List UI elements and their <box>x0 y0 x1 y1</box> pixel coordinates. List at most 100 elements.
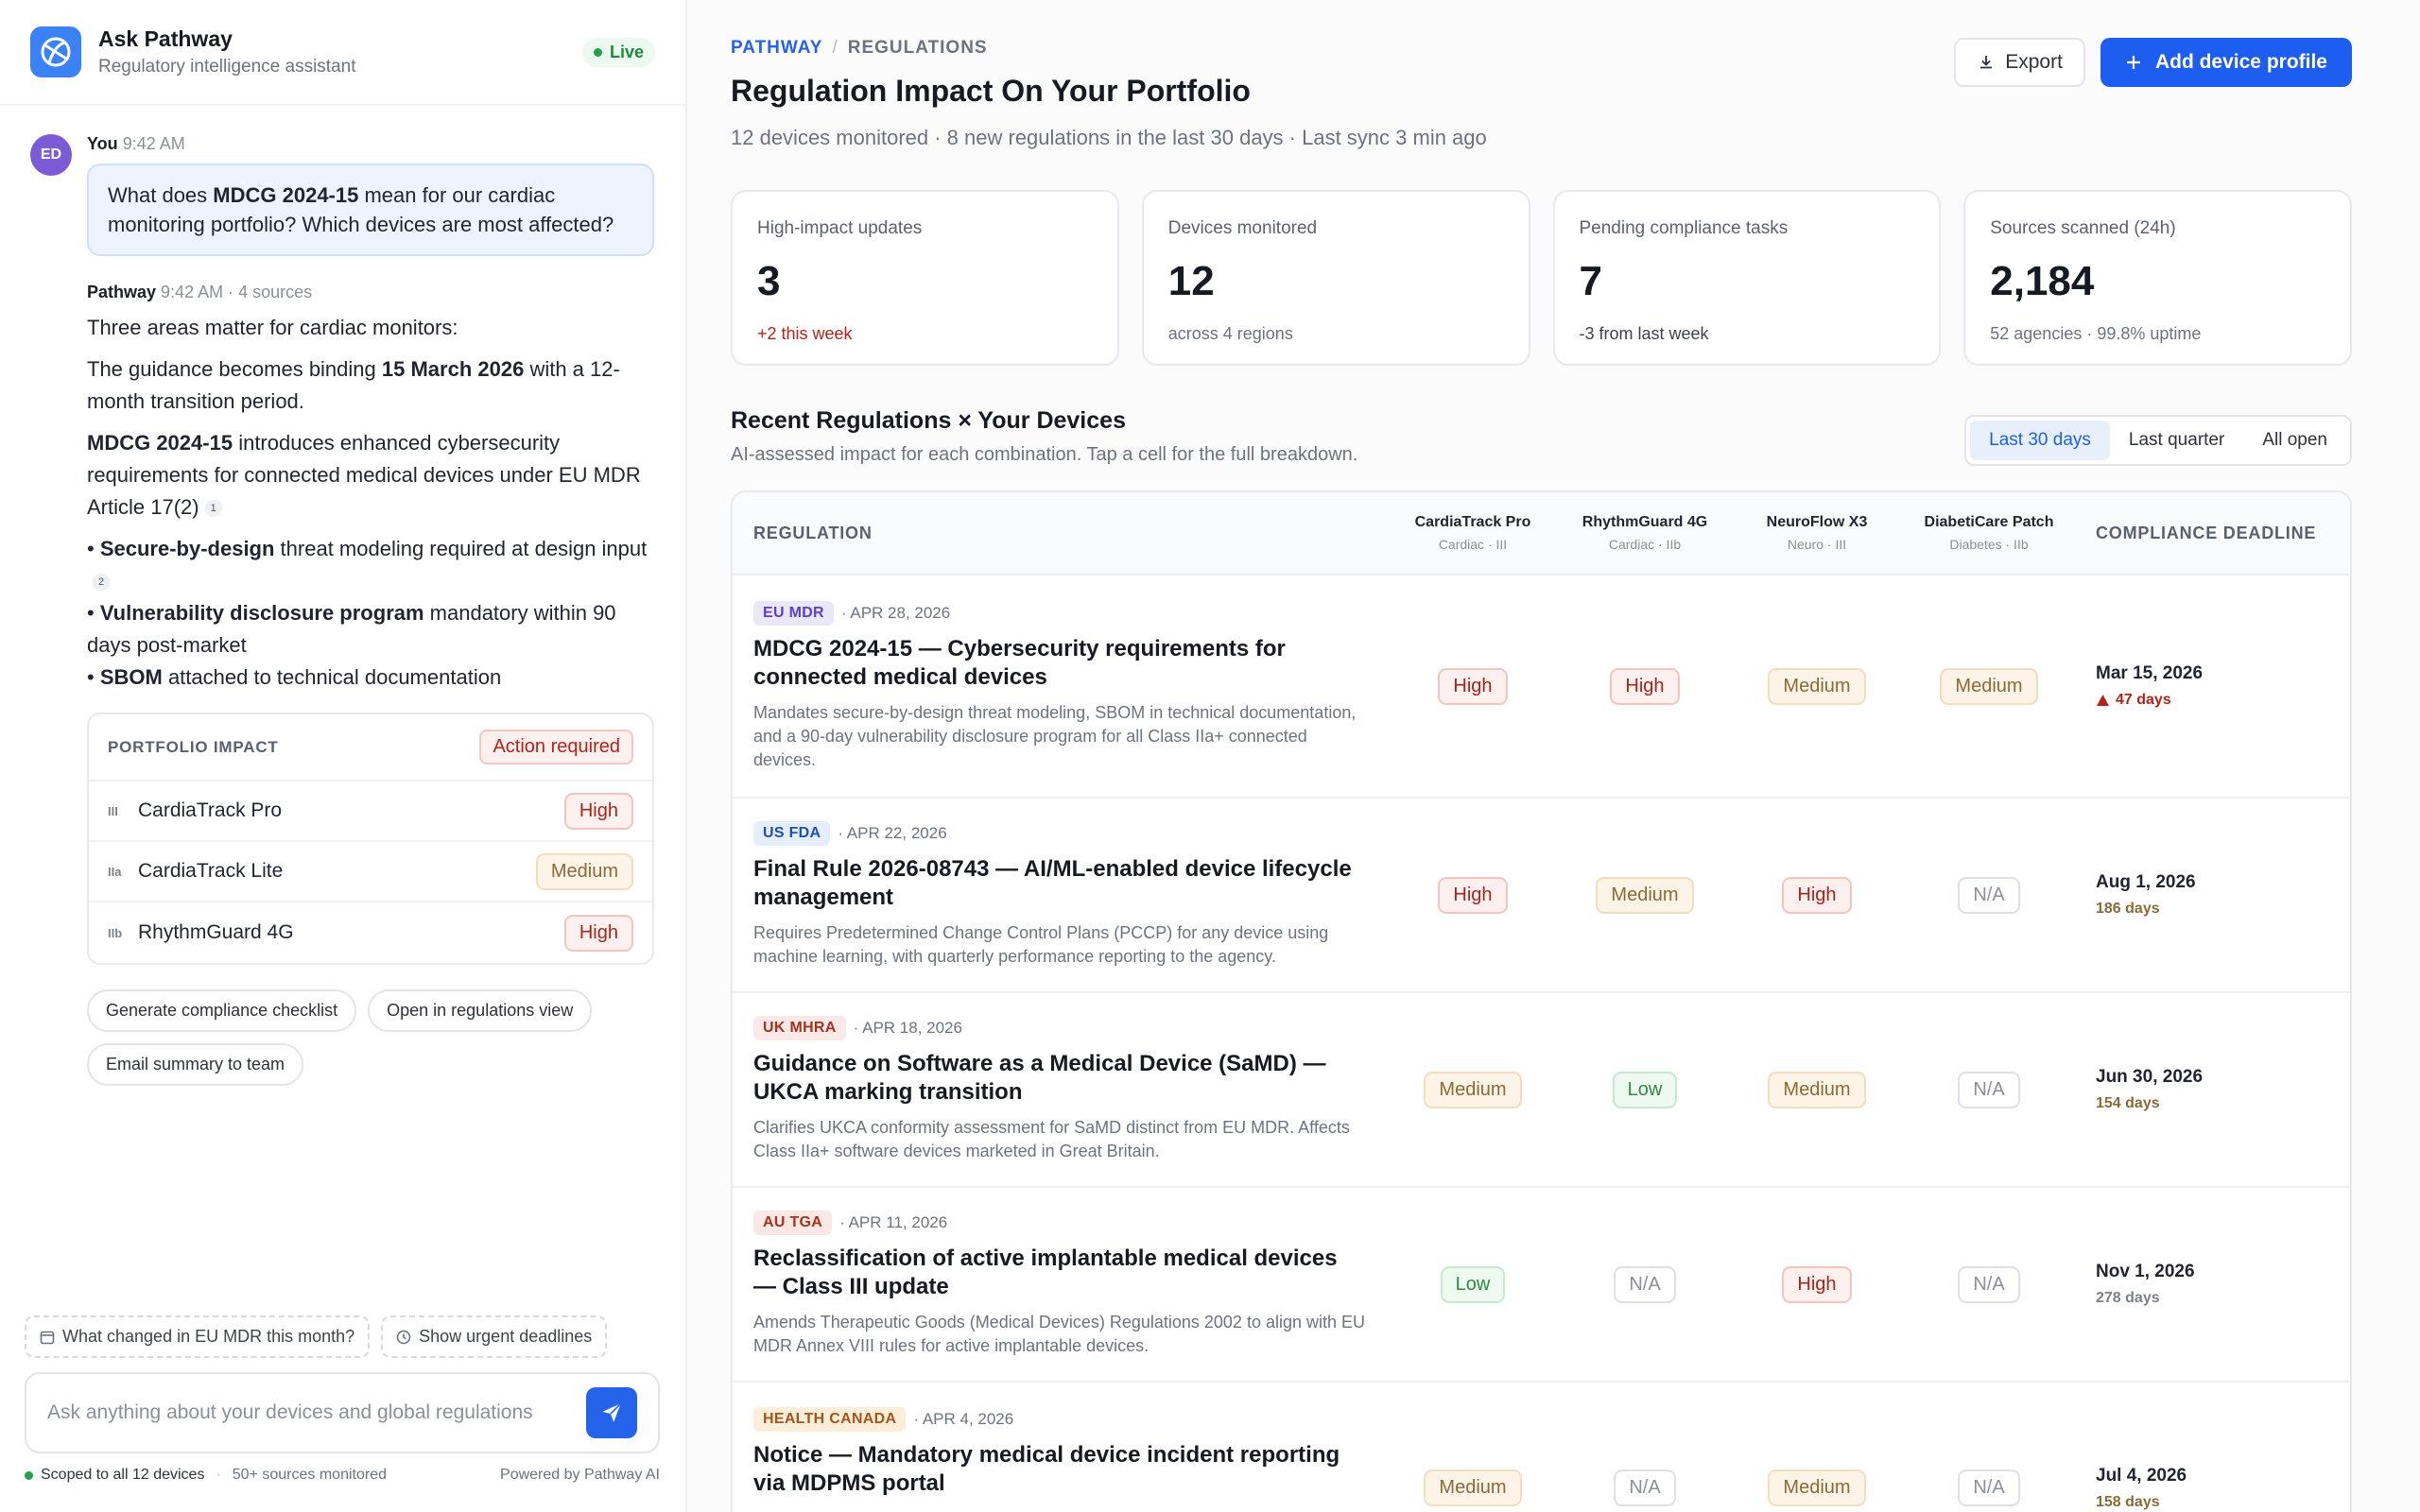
deadline-date: Mar 15, 2026 <box>2096 663 2204 683</box>
impact-cell[interactable]: Medium <box>1903 667 2075 705</box>
user-name: You <box>87 134 118 153</box>
impact-cell[interactable]: N/A <box>1903 876 2075 914</box>
impact-row[interactable]: III CardiaTrack Pro High <box>89 782 652 842</box>
regulation-title[interactable]: Reclassification of active implantable m… <box>753 1245 1366 1301</box>
calendar-icon <box>40 1331 55 1344</box>
stat-note: across 4 regions <box>1167 324 1293 343</box>
regulation-tagline: EU MDR · APR 28, 2026 <box>753 600 1366 626</box>
top-actions: Export Add device profile <box>1954 38 2352 87</box>
footnote-1[interactable]: 1 <box>204 500 222 518</box>
impact-row[interactable]: IIb RhythmGuard 4G High <box>89 902 652 963</box>
stat-card-sources[interactable]: Sources scanned (24h) 2,184 52 agencies … <box>1963 190 2352 366</box>
regulation-tagline: UK MHRA · APR 18, 2026 <box>753 1016 1366 1040</box>
impact-cell[interactable]: Medium <box>1387 1071 1559 1108</box>
stat-note: 52 agencies · 99.8% uptime <box>1990 324 2202 343</box>
device-col-cat: Diabetes · IIb <box>1949 537 2029 552</box>
regulation-cell: UK MHRA · APR 18, 2026 Guidance on Softwa… <box>733 991 1387 1188</box>
impact-cell[interactable]: Medium <box>1387 1469 1559 1506</box>
impact-cell[interactable]: N/A <box>1559 1469 1731 1506</box>
stat-label: High-impact updates <box>757 218 923 238</box>
col-device: CardiaTrack Pro Cardiac · III <box>1387 514 1559 552</box>
deadline-days: 278 days <box>2096 1290 2160 1306</box>
pathway-logo-icon <box>30 26 81 77</box>
add-device-profile-button[interactable]: Add device profile <box>2100 38 2352 87</box>
open-regulations-button[interactable]: Open in regulations view <box>368 989 593 1032</box>
impact-cell[interactable]: Medium <box>1731 1071 1903 1108</box>
impact-level-badge: High <box>563 792 633 830</box>
suggestion-deadlines[interactable]: Show urgent deadlines <box>381 1315 608 1358</box>
impact-badge: Medium <box>1424 1071 1522 1108</box>
stat-label: Pending compliance tasks <box>1579 218 1789 238</box>
impact-badge: Medium <box>1940 667 2038 705</box>
send-button[interactable] <box>586 1387 637 1438</box>
table-row[interactable]: HEALTH CANADA · APR 4, 2026 Notice — Mand… <box>733 1383 2350 1512</box>
export-button[interactable]: Export <box>1954 38 2085 87</box>
regulation-date: · APR 11, 2026 <box>839 1213 948 1231</box>
deadline-days: 158 days <box>2096 1494 2160 1510</box>
table-row[interactable]: US FDA · APR 22, 2026 Final Rule 2026-087… <box>733 799 2350 993</box>
impact-cell[interactable]: N/A <box>1903 1071 2075 1108</box>
regulation-cell: EU MDR · APR 28, 2026 MDCG 2024-15 — Cybe… <box>733 576 1387 797</box>
device-class: III <box>108 803 118 818</box>
device-name: CardiaTrack Pro <box>138 799 283 821</box>
impact-cell[interactable]: Medium <box>1731 667 1903 705</box>
impact-cell[interactable]: High <box>1387 876 1559 914</box>
b1-bold: Secure-by-design <box>99 537 275 560</box>
stat-value: 7 <box>1579 258 1602 304</box>
regulation-date: · APR 18, 2026 <box>853 1019 962 1037</box>
impact-cell[interactable]: N/A <box>1903 1469 2075 1506</box>
impact-cell[interactable]: High <box>1731 876 1903 914</box>
impact-cell[interactable]: Low <box>1559 1071 1731 1108</box>
regulation-title[interactable]: Final Rule 2026-08743 — AI/ML-enabled de… <box>753 855 1366 912</box>
breadcrumb-root[interactable]: PATHWAY <box>731 38 822 58</box>
table-row[interactable]: UK MHRA · APR 18, 2026 Guidance on Softwa… <box>733 993 2350 1188</box>
generate-checklist-button[interactable]: Generate compliance checklist <box>87 989 357 1032</box>
warning-icon <box>2097 695 2109 706</box>
table-row[interactable]: AU TGA · APR 11, 2026 Reclassification of… <box>733 1188 2350 1383</box>
device-col-name: NeuroFlow X3 <box>1766 514 1868 530</box>
impact-badge: Medium <box>1768 667 1866 705</box>
stat-card-pending-tasks[interactable]: Pending compliance tasks 7 -3 from last … <box>1552 190 1942 366</box>
filter-all-open[interactable]: All open <box>2243 421 2346 460</box>
action-required-badge: Action required <box>479 730 633 765</box>
bot-binding: The guidance becomes binding 15 March 20… <box>87 353 653 418</box>
email-summary-button[interactable]: Email summary to team <box>87 1043 304 1086</box>
impact-title: PORTFOLIO IMPACT <box>108 737 279 756</box>
assistant-message: Pathway 9:42 AM · 4 sources Three areas … <box>87 283 654 1086</box>
impact-header: PORTFOLIO IMPACT Action required <box>89 714 652 782</box>
impact-cell[interactable]: High <box>1387 667 1559 705</box>
bot-meta: Pathway 9:42 AM · 4 sources <box>87 283 653 302</box>
impact-level-badge: High <box>563 914 633 952</box>
regulation-title[interactable]: MDCG 2024-15 — Cybersecurity requirement… <box>753 635 1366 692</box>
regulation-title[interactable]: Notice — Mandatory medical device incide… <box>753 1441 1366 1498</box>
impact-cell[interactable]: N/A <box>1903 1265 2075 1303</box>
agency-tag: US FDA <box>753 821 831 846</box>
filter-last-quarter[interactable]: Last quarter <box>2110 421 2243 460</box>
impact-badge: Medium <box>1768 1469 1866 1506</box>
chat-header: Ask Pathway Regulatory intelligence assi… <box>0 0 685 106</box>
regulation-title[interactable]: Guidance on Software as a Medical Device… <box>753 1050 1366 1107</box>
impact-row[interactable]: IIa CardiaTrack Lite Medium <box>89 842 652 902</box>
question-bold: MDCG 2024-15 <box>213 183 359 207</box>
chat-input[interactable] <box>47 1401 586 1424</box>
impact-cell[interactable]: High <box>1731 1265 1903 1303</box>
table-row[interactable]: EU MDR · APR 28, 2026 MDCG 2024-15 — Cybe… <box>733 576 2350 799</box>
stat-value: 12 <box>1167 258 1215 304</box>
impact-cell[interactable]: N/A <box>1559 1265 1731 1303</box>
binding-pre: The guidance becomes binding <box>87 357 382 381</box>
binding-bold: 15 March 2026 <box>381 357 525 381</box>
impact-cell[interactable]: Low <box>1387 1265 1559 1303</box>
time-filter: Last 30 days Last quarter All open <box>1964 415 2352 466</box>
stat-card-devices[interactable]: Devices monitored 12 across 4 regions <box>1141 190 1530 366</box>
impact-cell[interactable]: High <box>1559 667 1731 705</box>
suggestion-eu-mdr[interactable]: What changed in EU MDR this month? <box>25 1315 371 1358</box>
filter-last-30-days[interactable]: Last 30 days <box>1970 421 2110 460</box>
chat-messages: ED You 9:42 AM What does MDCG 2024-15 me… <box>0 106 685 1512</box>
regulation-tagline: AU TGA · APR 11, 2026 <box>753 1211 1366 1235</box>
stat-value: 2,184 <box>1990 258 2095 304</box>
impact-cell[interactable]: Medium <box>1559 876 1731 914</box>
stat-card-high-impact[interactable]: High-impact updates 3 +2 this week <box>731 190 1119 366</box>
footnote-2[interactable]: 2 <box>93 574 111 592</box>
impact-badge: N/A <box>1614 1469 1676 1506</box>
impact-cell[interactable]: Medium <box>1731 1469 1903 1506</box>
